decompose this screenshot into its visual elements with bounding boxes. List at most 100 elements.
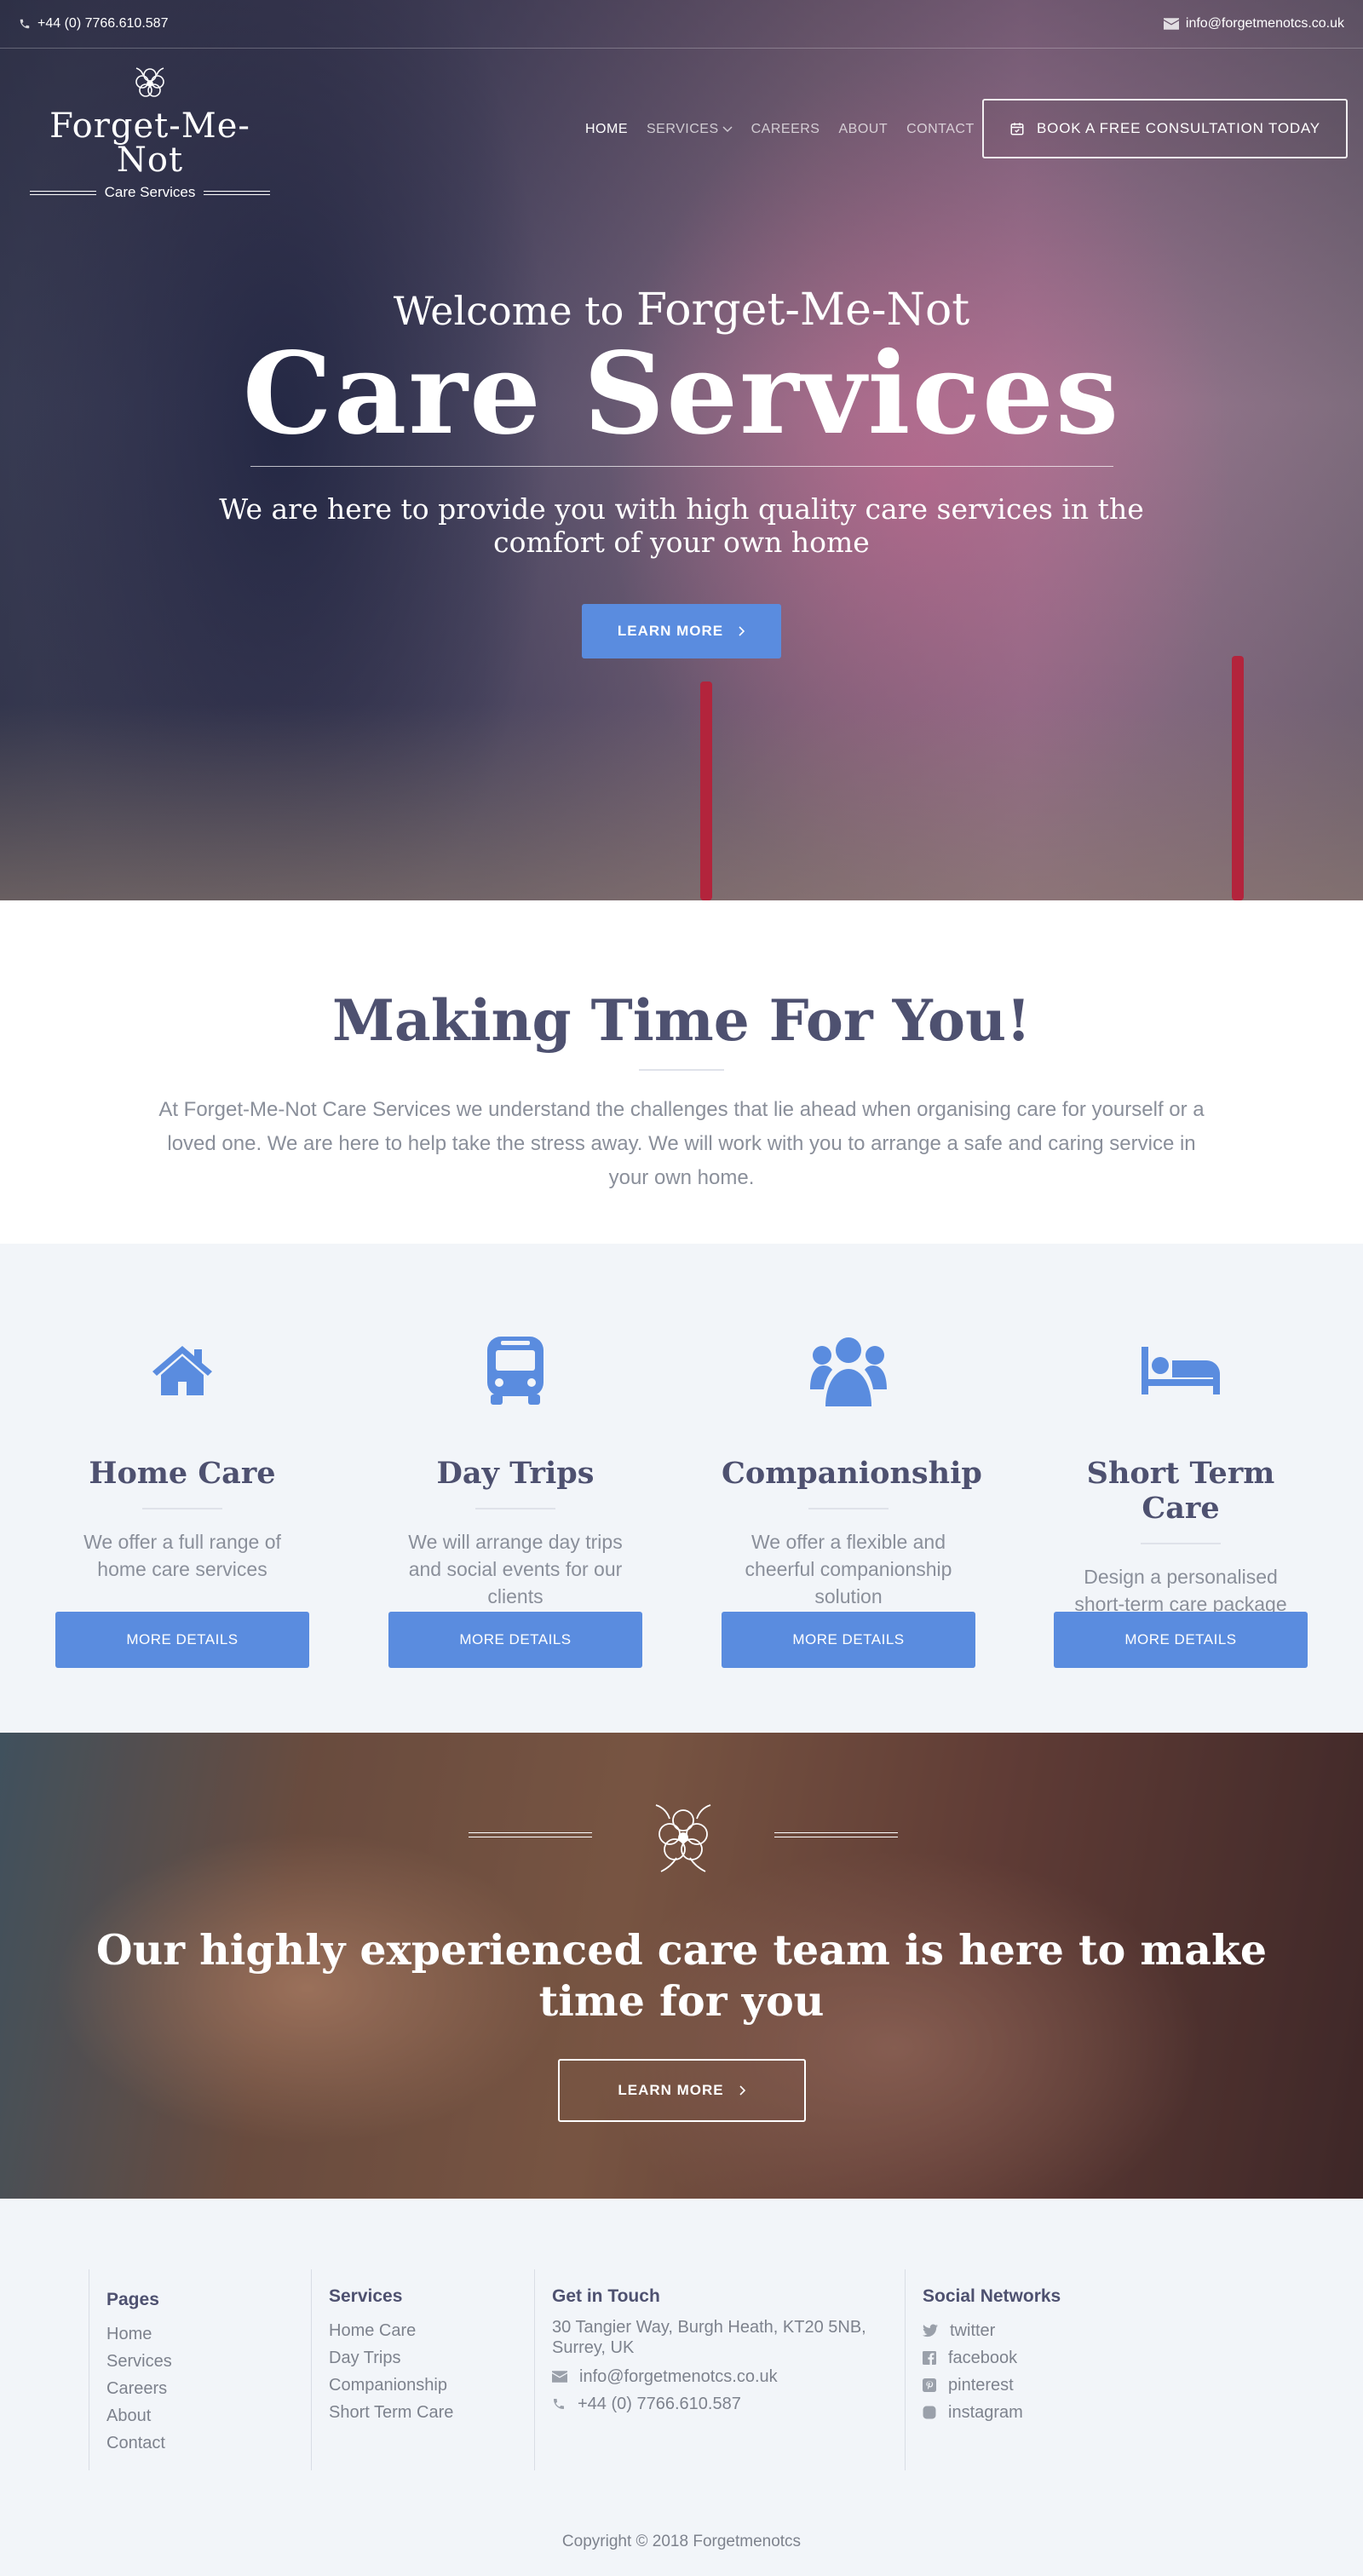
logo-rule-right — [204, 190, 271, 195]
bed-icon — [1054, 1332, 1308, 1409]
book-consultation-button[interactable]: BOOK A FREE CONSULTATION TODAY — [982, 99, 1348, 158]
footer-link-companionship[interactable]: Companionship — [329, 2372, 532, 2399]
footer-link-services[interactable]: Services — [106, 2348, 310, 2375]
more-details-button[interactable]: MORE DETAILS — [1054, 1612, 1308, 1668]
team-ornament — [469, 1795, 898, 1880]
footer-link-careers[interactable]: Careers — [106, 2375, 310, 2402]
footer-link-about[interactable]: About — [106, 2402, 310, 2429]
service-title: Companionship — [722, 1456, 982, 1491]
hero-section: +44 (0) 7766.610.587 info@forgetmenotcs.… — [0, 0, 1363, 900]
nav-item-services-label: SERVICES — [647, 122, 719, 136]
social-link-instagram[interactable]: instagram — [923, 2399, 1160, 2426]
more-details-button[interactable]: MORE DETAILS — [55, 1612, 309, 1668]
service-title: Short Term Care — [1086, 1456, 1275, 1526]
team-heading: Our highly experienced care team is here… — [95, 1925, 1268, 2026]
facebook-icon — [923, 2351, 936, 2365]
service-card-short-term-care: Short Term Care Design a personalised sh… — [1054, 1244, 1308, 1668]
logo-subtitle-row: Care Services — [17, 184, 283, 201]
footer-phone-row[interactable]: +44 (0) 7766.610.587 — [552, 2390, 905, 2418]
hero-content: Welcome to Forget-Me-Not Care Services W… — [0, 285, 1363, 658]
intro-heading: Making Time For You! — [331, 987, 1032, 1054]
social-label: instagram — [948, 2403, 1023, 2422]
social-link-facebook[interactable]: facebook — [923, 2344, 1160, 2372]
instagram-icon — [923, 2406, 936, 2419]
site-logo[interactable]: Forget-Me-Not Care Services — [17, 60, 283, 201]
services-section: Home Care We offer a full range of home … — [0, 1244, 1363, 1733]
more-details-button[interactable]: MORE DETAILS — [722, 1612, 975, 1668]
hero-ground — [0, 704, 1363, 900]
topbar-phone-text: +44 (0) 7766.610.587 — [37, 16, 169, 31]
footer-contact-column: Get in Touch 30 Tangier Way, Burgh Heath… — [534, 2269, 905, 2470]
footer-services-title: Services — [329, 2286, 403, 2306]
footer-social-column: Social Networks twitter facebook pintere… — [905, 2269, 1160, 2470]
nav-item-contact[interactable]: CONTACT — [906, 122, 975, 137]
main-nav: HOME SERVICES CAREERS ABOUT CONTACT — [585, 122, 975, 137]
ornament-rule-left — [469, 1832, 592, 1837]
social-label: facebook — [948, 2349, 1018, 2367]
topbar-email[interactable]: info@forgetmenotcs.co.uk — [1163, 16, 1344, 32]
social-label: pinterest — [948, 2376, 1014, 2395]
intro-divider — [639, 1069, 724, 1071]
footer-social-title: Social Networks — [923, 2286, 1061, 2306]
nav-item-about[interactable]: ABOUT — [838, 122, 888, 137]
footer-link-home[interactable]: Home — [106, 2320, 310, 2348]
footer-email: info@forgetmenotcs.co.uk — [579, 2367, 778, 2386]
nav-item-home[interactable]: HOME — [585, 122, 628, 137]
logo-name: Forget-Me-Not — [49, 106, 250, 180]
phone-icon — [20, 19, 30, 29]
footer-link-short-term-care[interactable]: Short Term Care — [329, 2399, 532, 2426]
chevron-right-icon — [739, 2085, 745, 2096]
social-link-pinterest[interactable]: pinterest — [923, 2372, 1160, 2399]
flower-logo-icon — [135, 67, 164, 97]
hero-learn-more-label: LEARN MORE — [617, 622, 724, 639]
top-bar: +44 (0) 7766.610.587 info@forgetmenotcs.… — [0, 0, 1363, 49]
footer-link-day-trips[interactable]: Day Trips — [329, 2344, 532, 2372]
footer-contact-title: Get in Touch — [552, 2286, 660, 2306]
footer-pages-column: Pages Home Services Careers About Contac… — [89, 2269, 310, 2470]
intro-section: Making Time For You! At Forget-Me-Not Ca… — [0, 900, 1363, 1244]
walker-frame-left — [700, 681, 712, 900]
hero-divider — [250, 465, 1113, 467]
footer-services-column: Services Home Care Day Trips Companionsh… — [311, 2269, 532, 2470]
footer-phone: +44 (0) 7766.610.587 — [578, 2395, 741, 2413]
bus-icon — [388, 1332, 642, 1409]
service-title: Home Care — [89, 1456, 276, 1491]
envelope-icon — [1163, 18, 1179, 30]
users-icon — [722, 1332, 975, 1409]
nav-item-careers[interactable]: CAREERS — [751, 122, 820, 137]
hero-learn-more-button[interactable]: LEARN MORE — [582, 603, 781, 658]
service-text: We will arrange day trips and social eve… — [408, 1531, 623, 1607]
walker-frame-right — [1232, 656, 1244, 900]
calendar-check-icon — [1010, 123, 1024, 135]
service-card-home-care: Home Care We offer a full range of home … — [55, 1244, 309, 1668]
topbar-phone[interactable]: +44 (0) 7766.610.587 — [19, 16, 168, 32]
site-footer: Pages Home Services Careers About Contac… — [0, 2199, 1363, 2576]
service-text: We offer a full range of home care servi… — [83, 1531, 281, 1580]
hero-tagline-line1: We are here to provide you with high qua… — [219, 492, 1144, 526]
logo-subtitle: Care Services — [104, 184, 196, 200]
twitter-icon — [923, 2324, 938, 2337]
team-learn-more-label: LEARN MORE — [618, 2082, 724, 2098]
team-learn-more-button[interactable]: LEARN MORE — [558, 2059, 806, 2122]
service-text: We offer a flexible and cheerful compani… — [745, 1531, 952, 1607]
home-icon — [55, 1332, 309, 1409]
nav-item-services[interactable]: SERVICES — [647, 122, 733, 137]
footer-email-row[interactable]: info@forgetmenotcs.co.uk — [552, 2363, 905, 2390]
social-link-twitter[interactable]: twitter — [923, 2317, 1160, 2344]
footer-link-contact[interactable]: Contact — [106, 2429, 310, 2457]
logo-rule-left — [29, 190, 96, 195]
pinterest-icon — [923, 2378, 936, 2392]
service-card-companionship: Companionship We offer a flexible and ch… — [722, 1244, 982, 1668]
footer-link-home-care[interactable]: Home Care — [329, 2317, 532, 2344]
service-text: Design a personalised short-term care pa… — [1074, 1566, 1287, 1615]
service-divider — [475, 1508, 555, 1509]
chevron-right-icon — [739, 626, 745, 636]
chevron-down-icon — [722, 126, 733, 133]
team-cta-section: Our highly experienced care team is here… — [0, 1733, 1363, 2199]
hero-welcome-prefix: Welcome to — [393, 288, 624, 334]
service-card-day-trips: Day Trips We will arrange day trips and … — [388, 1244, 642, 1668]
topbar-email-text: info@forgetmenotcs.co.uk — [1185, 16, 1344, 31]
footer-pages-title: Pages — [106, 2290, 159, 2309]
more-details-button[interactable]: MORE DETAILS — [388, 1612, 642, 1668]
service-divider — [142, 1508, 222, 1509]
